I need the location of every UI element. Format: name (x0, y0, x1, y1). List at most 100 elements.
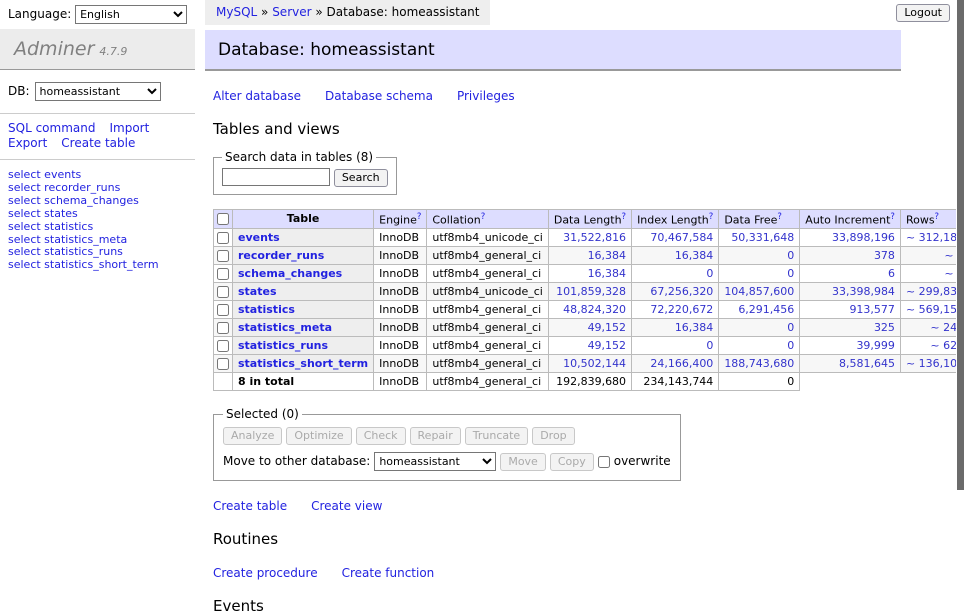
sidebar-action-link[interactable]: Import (109, 121, 149, 135)
help-icon[interactable]: ? (777, 212, 782, 222)
table-name-link[interactable]: events (238, 231, 280, 244)
total-empty-cell (214, 373, 233, 391)
sidebar-action-link[interactable]: Create table (61, 136, 135, 150)
optimize-button[interactable]: Optimize (286, 427, 351, 445)
collation-cell: utf8mb4_general_ci (427, 247, 548, 265)
create-link[interactable]: Create view (311, 499, 382, 513)
table-name-link[interactable]: statistics_short_term (238, 357, 368, 370)
table-name-link[interactable]: schema_changes (238, 267, 342, 280)
table-name-cell: statistics_meta (233, 319, 374, 337)
help-icon[interactable]: ? (622, 212, 627, 222)
events-heading: Events (213, 597, 901, 615)
table-name-cell: statistics (233, 301, 374, 319)
data-free-cell: 50,331,648 (719, 229, 800, 247)
repair-button[interactable]: Repair (410, 427, 461, 445)
routine-link[interactable]: Create procedure (213, 566, 318, 580)
overwrite-label: overwrite (614, 454, 671, 468)
language-select[interactable]: English (75, 5, 187, 24)
data-length-cell: 16,384 (548, 247, 631, 265)
row-checkbox-cell (214, 355, 233, 373)
sidebar-table-link[interactable]: select statistics_short_term (8, 259, 187, 272)
database-links: Alter database Database schema Privileges (213, 89, 901, 103)
table-row: schema_changesInnoDButf8mb4_general_ci16… (214, 265, 966, 283)
data-free-cell: 0 (719, 337, 800, 355)
logout-button[interactable]: Logout (896, 4, 950, 22)
table-name-link[interactable]: states (238, 285, 277, 298)
search-input[interactable] (222, 168, 330, 186)
row-checkbox[interactable] (217, 322, 229, 334)
row-checkbox-cell (214, 283, 233, 301)
sidebar-table-link[interactable]: select recorder_runs (8, 182, 187, 195)
sidebar-action-link[interactable]: SQL command (8, 121, 95, 135)
row-checkbox[interactable] (217, 340, 229, 352)
drop-button[interactable]: Drop (532, 427, 574, 445)
selected-buttons: AnalyzeOptimize CheckRepairTruncateDrop (223, 427, 671, 445)
sidebar-action-line: SQL command Import (8, 121, 187, 136)
sidebar-table-link[interactable]: select states (8, 208, 187, 221)
column-header-label: Auto Increment (805, 213, 890, 226)
search-button[interactable]: Search (334, 169, 388, 187)
column-header: Auto Increment? (800, 209, 901, 229)
overwrite-checkbox[interactable] (598, 456, 610, 468)
breadcrumb-item[interactable]: Server (272, 5, 311, 19)
sidebar-action-line: Export Create table (8, 136, 187, 151)
select-all-checkbox[interactable] (217, 213, 229, 225)
copy-button[interactable]: Copy (550, 453, 594, 471)
table-name-cell: recorder_runs (233, 247, 374, 265)
table-name-link[interactable]: statistics_runs (238, 339, 328, 352)
collation-cell: utf8mb4_unicode_ci (427, 283, 548, 301)
row-checkbox[interactable] (217, 232, 229, 244)
auto-increment-cell: 378 (800, 247, 901, 265)
analyze-button[interactable]: Analyze (223, 427, 282, 445)
database-action-link[interactable]: Alter database (213, 89, 301, 103)
table-row: statesInnoDButf8mb4_unicode_ci101,859,32… (214, 283, 966, 301)
truncate-button[interactable]: Truncate (465, 427, 528, 445)
table-row: statisticsInnoDButf8mb4_general_ci48,824… (214, 301, 966, 319)
row-checkbox[interactable] (217, 358, 229, 370)
auto-increment-cell: 6 (800, 265, 901, 283)
collation-cell: utf8mb4_general_ci (427, 337, 548, 355)
vertical-scrollbar[interactable] (956, 0, 966, 543)
row-checkbox-cell (214, 229, 233, 247)
table-name-link[interactable]: statistics (238, 303, 295, 316)
db-select[interactable]: homeassistant (35, 82, 161, 101)
row-checkbox[interactable] (217, 250, 229, 262)
column-header: Data Free? (719, 209, 800, 229)
table-name-link[interactable]: statistics_meta (238, 321, 332, 334)
engine-cell: InnoDB (374, 247, 427, 265)
routine-link[interactable]: Create function (342, 566, 435, 580)
sidebar-table-link[interactable]: select schema_changes (8, 195, 187, 208)
help-icon[interactable]: ? (709, 212, 714, 222)
search-legend: Search data in tables (8) (222, 150, 376, 164)
help-icon[interactable]: ? (890, 212, 895, 222)
database-action-link[interactable]: Privileges (457, 89, 515, 103)
row-checkbox[interactable] (217, 268, 229, 280)
help-icon[interactable]: ? (935, 212, 940, 222)
move-db-select[interactable]: homeassistant (374, 452, 496, 471)
table-row: recorder_runsInnoDButf8mb4_general_ci16,… (214, 247, 966, 265)
help-icon[interactable]: ? (417, 212, 422, 222)
brand-version: 4.7.9 (99, 45, 127, 58)
row-checkbox[interactable] (217, 286, 229, 298)
sidebar-action-link[interactable]: Export (8, 136, 47, 150)
sidebar: Adminer4.7.9 DB:homeassistant SQL comman… (0, 29, 195, 281)
sidebar-table-link[interactable]: select statistics (8, 221, 187, 234)
row-checkbox[interactable] (217, 304, 229, 316)
check-button[interactable]: Check (356, 427, 406, 445)
breadcrumb-item[interactable]: MySQL (216, 5, 257, 19)
column-header: Index Length? (632, 209, 719, 229)
database-action-link[interactable]: Database schema (325, 89, 433, 103)
breadcrumb-separator: » (312, 5, 327, 19)
help-icon[interactable]: ? (481, 212, 486, 222)
sidebar-table-link[interactable]: select events (8, 169, 187, 182)
column-header-label: Rows (906, 213, 935, 226)
table-name-link[interactable]: recorder_runs (238, 249, 324, 262)
create-link[interactable]: Create table (213, 499, 287, 513)
total-engine-cell: InnoDB (374, 373, 427, 391)
move-button[interactable]: Move (500, 453, 546, 471)
scrollbar-thumb[interactable] (957, 0, 964, 490)
index-length-cell: 16,384 (632, 247, 719, 265)
search-fieldset: Search data in tables (8) Search (213, 150, 397, 195)
row-checkbox-cell (214, 301, 233, 319)
index-length-cell: 0 (632, 337, 719, 355)
